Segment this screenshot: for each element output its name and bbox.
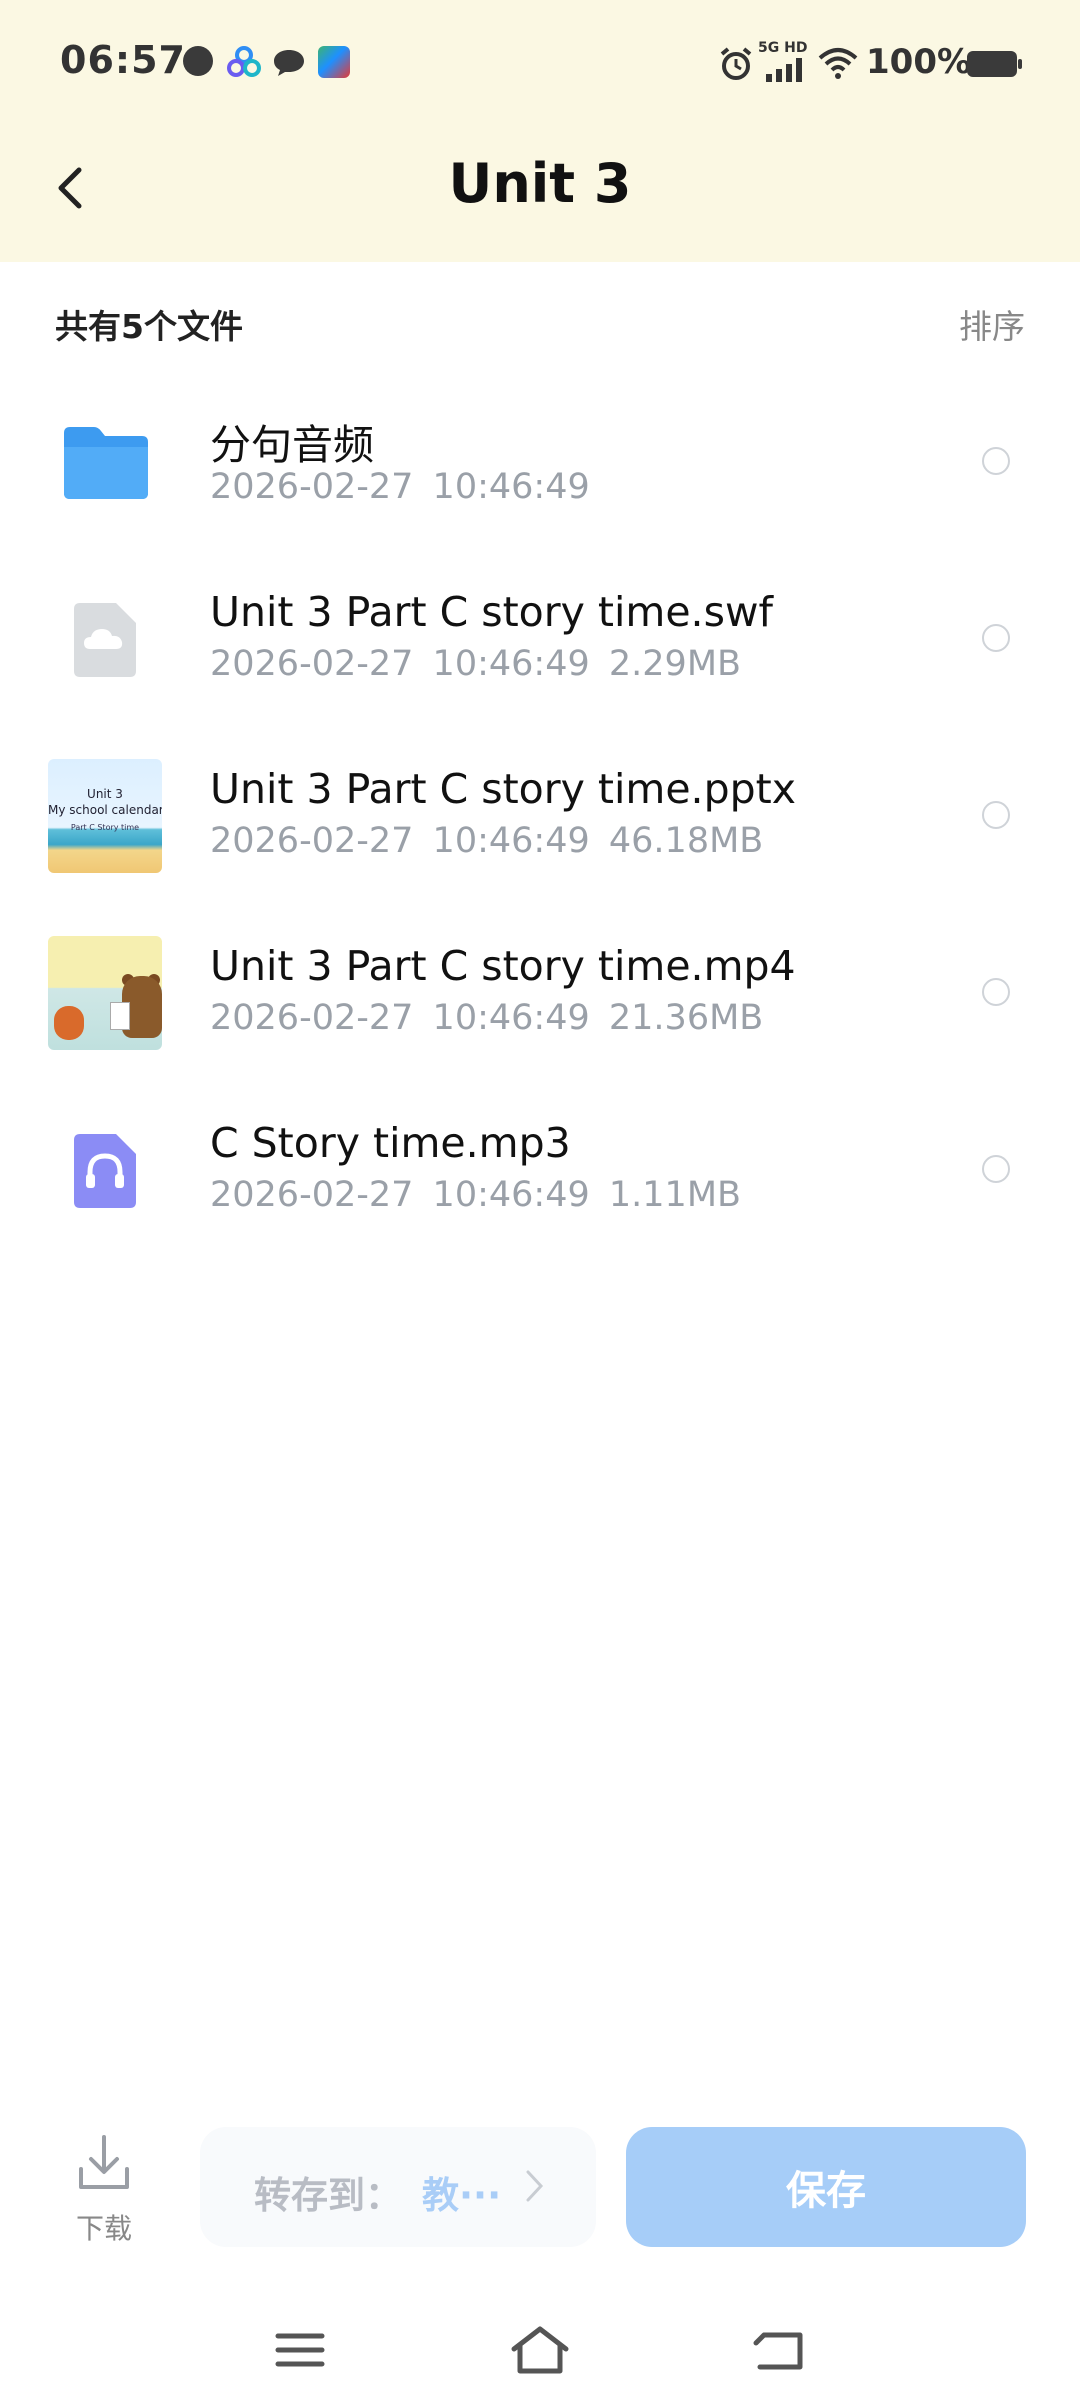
- file-name: 分句音频: [210, 421, 374, 469]
- file-time: 10:46:49: [432, 644, 590, 684]
- card-figure: [110, 1002, 130, 1030]
- back-nav-button[interactable]: [745, 2320, 815, 2380]
- file-meta: 2026-02-27 10:46:49 1.11MB: [210, 1175, 741, 1215]
- alarm-icon: [720, 47, 752, 80]
- menu-button[interactable]: [265, 2320, 335, 2380]
- file-time: 10:46:49: [432, 1175, 590, 1215]
- file-name: Unit 3 Part C story time.pptx: [210, 765, 796, 813]
- save-button[interactable]: 保存: [626, 2127, 1026, 2247]
- select-radio[interactable]: [982, 1155, 1010, 1183]
- file-date: 2026-02-27: [210, 998, 414, 1038]
- file-meta: 2026-02-27 10:46:49: [210, 467, 590, 507]
- battery-icon: [967, 51, 1022, 77]
- file-meta: 2026-02-27 10:46:49 21.36MB: [210, 998, 763, 1038]
- file-size: 2.29MB: [608, 644, 742, 684]
- file-time: 10:46:49: [432, 998, 590, 1038]
- download-label: 下载: [75, 2212, 132, 2245]
- file-size: 46.18MB: [608, 821, 764, 861]
- header: Unit 3: [0, 128, 1080, 262]
- file-list: 分句音频 2026-02-27 10:46:49 Unit 3 Part C s…: [0, 377, 1080, 1262]
- game-icon: [318, 46, 350, 78]
- squirrel-figure: [54, 1006, 84, 1040]
- file-name: Unit 3 Part C story time.swf: [210, 588, 773, 636]
- select-radio[interactable]: [982, 447, 1010, 475]
- select-radio[interactable]: [982, 978, 1010, 1006]
- list-item[interactable]: Unit 3 Part C story time.swf 2026-02-27 …: [0, 554, 1080, 731]
- menu-icon: [275, 2333, 325, 2367]
- transfer-to-button[interactable]: 转存到： 教···: [200, 2127, 596, 2247]
- status-time: 06:57: [60, 38, 186, 82]
- status-bar: 06:57 5G HD 100%: [0, 0, 1080, 128]
- list-header: 共有5个文件 排序: [0, 262, 1080, 377]
- list-item[interactable]: Unit 3 My school calendar Part C Story t…: [0, 731, 1080, 908]
- file-time: 10:46:49: [432, 467, 590, 507]
- headphones-icon: [48, 1113, 162, 1227]
- pptx-thumbnail: Unit 3 My school calendar Part C Story t…: [48, 759, 162, 873]
- thumb-subtitle: My school calendar: [48, 803, 162, 817]
- transfer-label: 转存到：: [254, 2174, 402, 2217]
- chat-icon: [274, 50, 304, 76]
- signal-icon: [766, 58, 802, 82]
- network-label: 5G HD: [758, 40, 808, 56]
- list-item[interactable]: 分句音频 2026-02-27 10:46:49: [0, 377, 1080, 554]
- cloud-file-icon: [48, 582, 162, 696]
- file-count: 共有5个文件: [55, 307, 243, 346]
- thumb-caption: Part C Story time: [70, 823, 140, 832]
- file-date: 2026-02-27: [210, 644, 414, 684]
- list-item[interactable]: Unit 3 Part C story time.mp4 2026-02-27 …: [0, 908, 1080, 1085]
- app-icon: [227, 46, 261, 77]
- page-title: Unit 3: [448, 152, 632, 215]
- thumb-title: Unit 3: [87, 787, 123, 801]
- save-label: 保存: [786, 2168, 866, 2214]
- file-size: 1.11MB: [608, 1175, 742, 1215]
- list-item[interactable]: C Story time.mp3 2026-02-27 10:46:49 1.1…: [0, 1085, 1080, 1262]
- file-name: C Story time.mp3: [210, 1119, 571, 1167]
- dot-icon: [183, 46, 213, 76]
- wifi-icon: [818, 48, 858, 79]
- top-area: 06:57 5G HD 100% Unit 3: [0, 0, 1080, 262]
- select-radio[interactable]: [982, 801, 1010, 829]
- bottom-action-bar: 下载 转存到： 教··· 保存: [0, 2105, 1080, 2265]
- file-meta: 2026-02-27 10:46:49 2.29MB: [210, 644, 741, 684]
- video-thumbnail: [48, 936, 162, 1050]
- back-icon: [753, 2332, 803, 2370]
- folder-icon: [48, 405, 162, 519]
- file-date: 2026-02-27: [210, 821, 414, 861]
- home-icon: [511, 2326, 569, 2374]
- download-icon: [79, 2135, 129, 2189]
- file-date: 2026-02-27: [210, 467, 414, 507]
- battery-percent: 100%: [866, 42, 972, 82]
- file-size: 21.36MB: [608, 998, 764, 1038]
- file-name: Unit 3 Part C story time.mp4: [210, 942, 796, 990]
- system-nav-bar: [0, 2290, 1080, 2408]
- download-button[interactable]: 下载: [60, 2131, 148, 2245]
- select-radio[interactable]: [982, 624, 1010, 652]
- sort-button[interactable]: 排序: [959, 300, 1025, 348]
- file-meta: 2026-02-27 10:46:49 46.18MB: [210, 821, 763, 861]
- file-time: 10:46:49: [432, 821, 590, 861]
- file-date: 2026-02-27: [210, 1175, 414, 1215]
- chevron-right-icon: [526, 2170, 544, 2202]
- home-button[interactable]: [505, 2320, 575, 2380]
- transfer-target: 教···: [422, 2174, 502, 2217]
